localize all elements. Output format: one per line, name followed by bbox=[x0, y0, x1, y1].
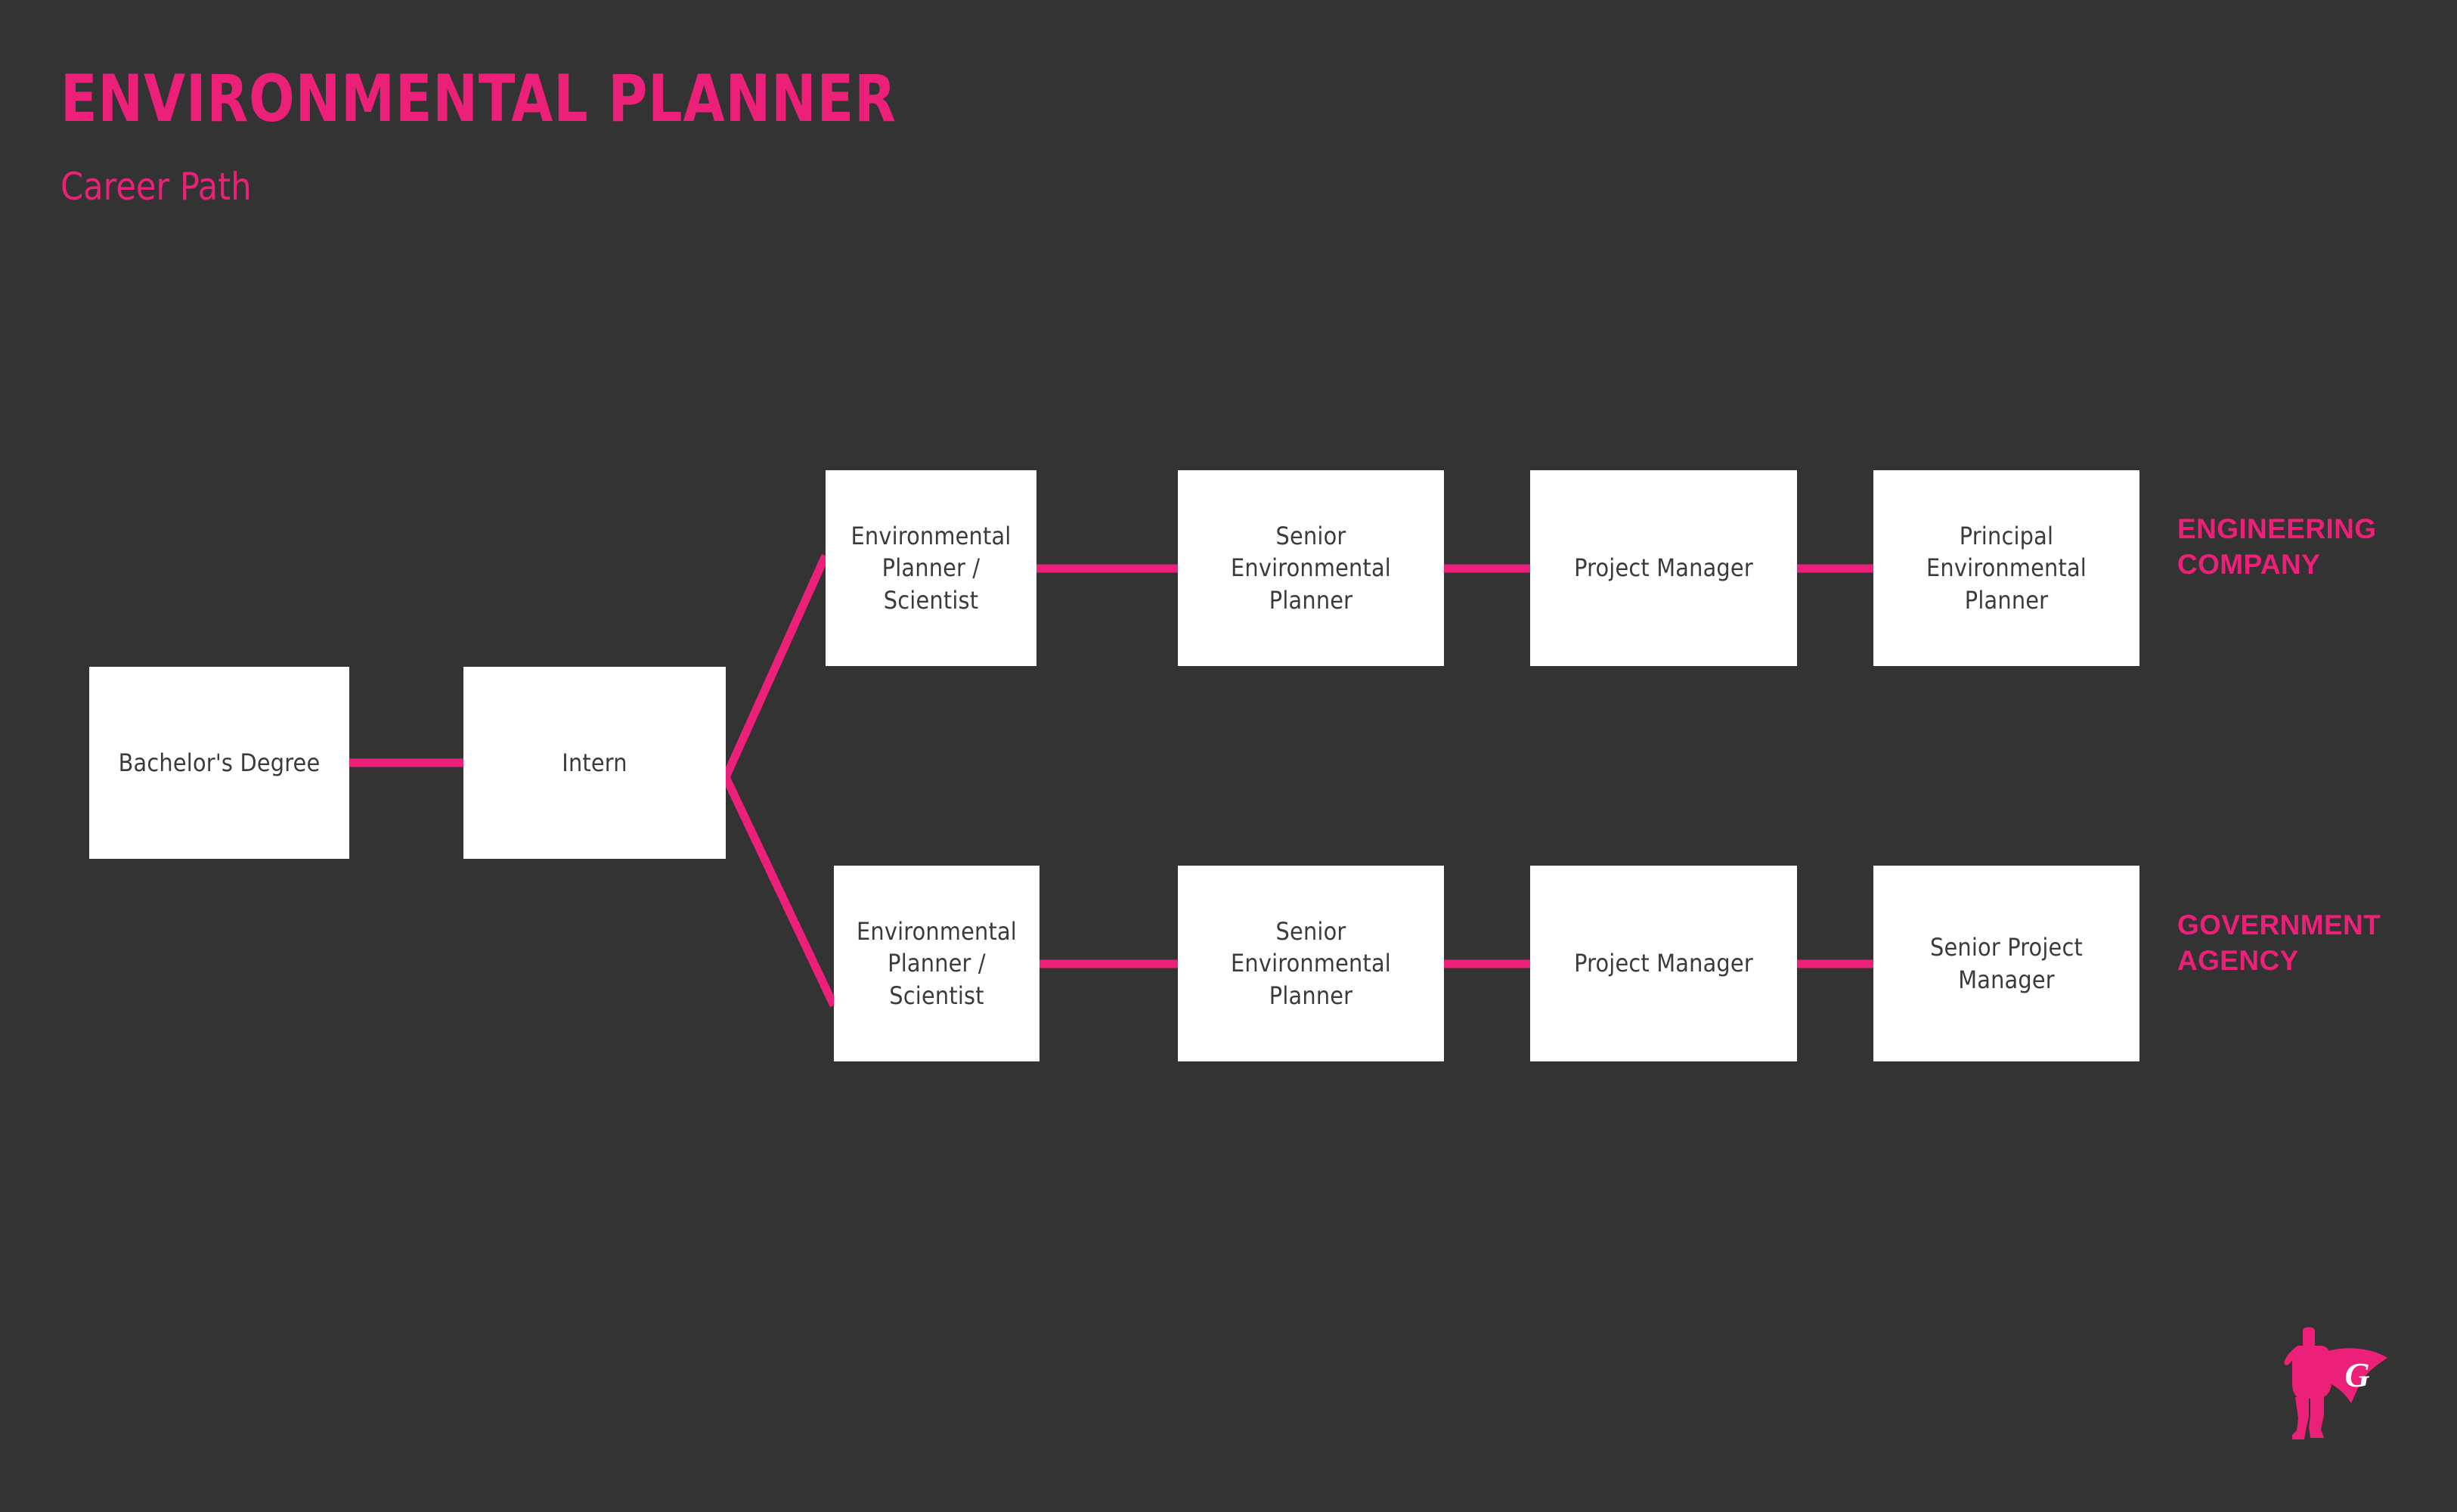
career-path-slide: ENVIRONMENTAL PLANNER Career Path Bachel… bbox=[0, 0, 2457, 1512]
node-label: Environmental Planner / Scientist bbox=[850, 522, 1012, 615]
node-label: Bachelor's Degree bbox=[118, 748, 321, 777]
page-title: ENVIRONMENTAL PLANNER bbox=[60, 61, 897, 137]
superhero-g-logo: G bbox=[2284, 1327, 2387, 1439]
node-gov-senior-project-manager[interactable]: Senior Project Manager bbox=[1873, 866, 2139, 1061]
node-eng-project-manager[interactable]: Project Manager bbox=[1530, 470, 1797, 666]
node-label: Project Manager bbox=[1574, 949, 1753, 978]
node-label: Environmental Planner / Scientist bbox=[857, 917, 1017, 1010]
node-gov-env-planner-scientist[interactable]: Environmental Planner / Scientist bbox=[834, 866, 1040, 1061]
connector-intern-to-engineering-track bbox=[721, 553, 830, 779]
node-label: Project Manager bbox=[1574, 553, 1753, 583]
node-label: Principal Environmental Planner bbox=[1926, 522, 2087, 615]
node-label: Intern bbox=[562, 748, 627, 777]
node-bachelors-degree[interactable]: Bachelor's Degree bbox=[89, 667, 349, 859]
node-label: Senior Environmental Planner bbox=[1231, 917, 1391, 1010]
node-label: Senior Project Manager bbox=[1930, 933, 2083, 994]
node-intern[interactable]: Intern bbox=[463, 667, 726, 859]
connector-intern-to-government-track bbox=[722, 775, 838, 1008]
node-eng-env-planner-scientist[interactable]: Environmental Planner / Scientist bbox=[826, 470, 1036, 666]
node-gov-senior-env-planner[interactable]: Senior Environmental Planner bbox=[1178, 866, 1444, 1061]
node-label: Senior Environmental Planner bbox=[1231, 522, 1391, 615]
node-eng-principal-env-planner[interactable]: Principal Environmental Planner bbox=[1873, 470, 2139, 666]
node-gov-project-manager[interactable]: Project Manager bbox=[1530, 866, 1797, 1061]
node-eng-senior-env-planner[interactable]: Senior Environmental Planner bbox=[1178, 470, 1444, 666]
page-subtitle: Career Path bbox=[60, 165, 252, 209]
logo-letter: G bbox=[2344, 1356, 2369, 1394]
track-label-government-agency: GOVERNMENT AGENCY bbox=[2177, 909, 2381, 977]
connector-lines bbox=[349, 553, 1873, 1008]
track-label-engineering-company: ENGINEERING COMPANY bbox=[2177, 513, 2377, 581]
